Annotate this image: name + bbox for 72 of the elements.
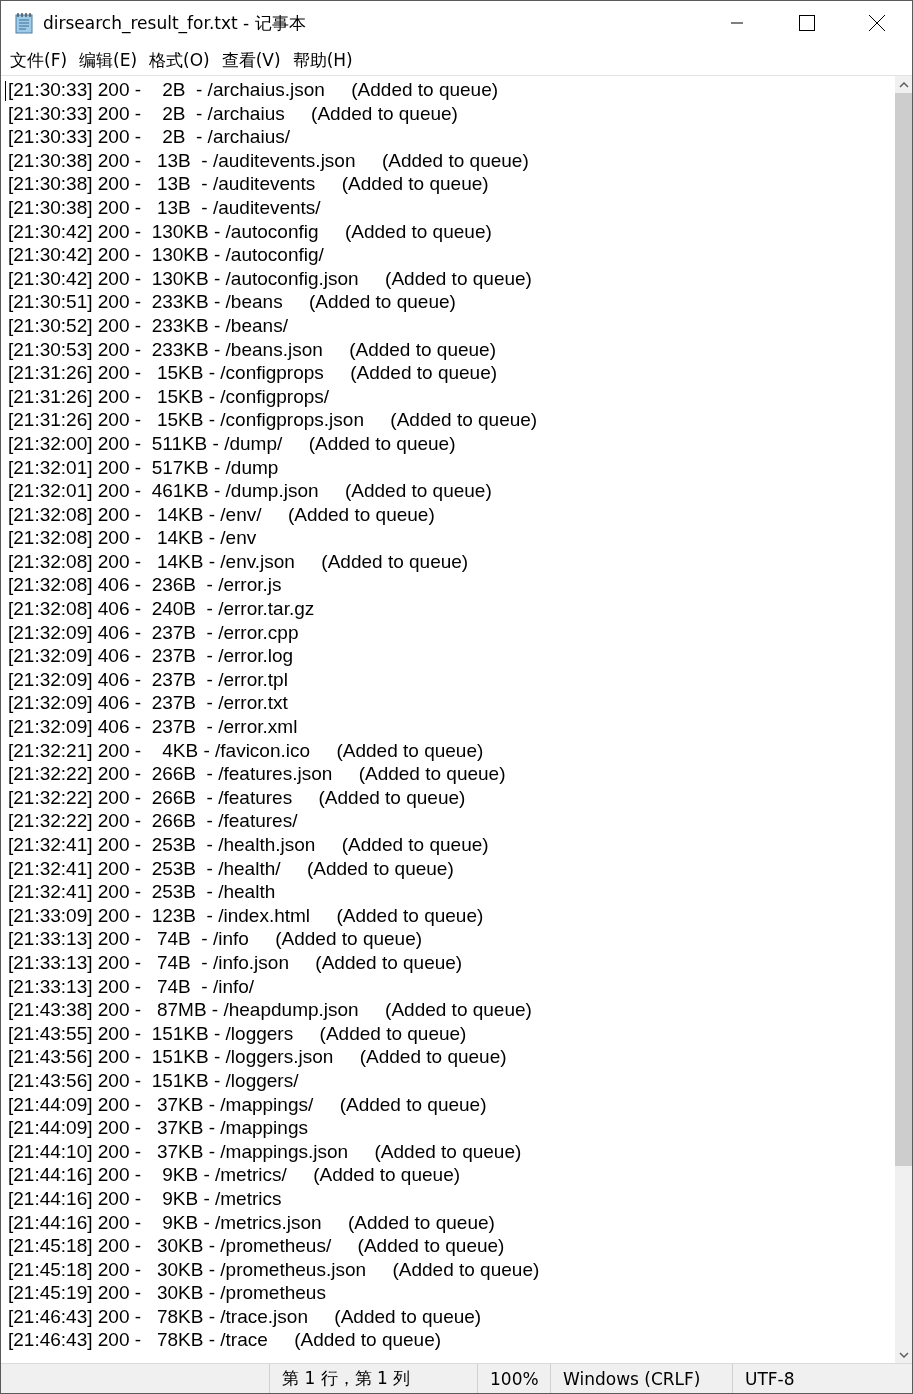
text-line: [21:44:09] 200 - 37KB - /mappings — [8, 1116, 308, 1140]
text-line: [21:46:43] 200 - 78KB - /trace.json (Added to queue) — [8, 1304, 482, 1329]
cursor-position: 第 1 行，第 1 列 — [269, 1364, 477, 1393]
text-line: [21:45:19] 200 - 30KB - /prometheus — [8, 1281, 326, 1305]
text-line: [21:30:38] 200 - 13B - /auditevents.json (Added to queue) — [8, 148, 529, 173]
text-line: [21:31:26] 200 - 15KB - /configprops/ — [8, 384, 330, 409]
text-line: [21:33:13] 200 - 74B - /info/ — [8, 974, 255, 999]
text-line: [21:32:21] 200 - 4KB - /favicon.ico (Added to queue) — [8, 738, 484, 763]
text-line: [21:32:08] 406 - 236B - /error.js — [8, 573, 282, 598]
scrollbar-thumb[interactable] — [895, 93, 912, 1166]
text-line: [21:30:33] 200 - 2B - /archaius (Added to queue) — [8, 101, 458, 126]
text-line: [21:44:10] 200 - 37KB - /mappings.json (Added to queue) — [8, 1139, 522, 1164]
text-line: [21:30:38] 200 - 13B - /auditevents (Added to queue) — [8, 172, 489, 196]
text-line: [21:43:56] 200 - 151KB - /loggers.json (Added to queue) — [8, 1045, 507, 1069]
text-line: [21:43:56] 200 - 151KB - /loggers/ — [8, 1068, 299, 1093]
text-line: [21:32:01] 200 - 461KB - /dump.json (Added to queue) — [8, 479, 492, 503]
text-line: [21:32:09] 406 - 237B - /error.txt — [8, 691, 288, 716]
text-line: [21:44:16] 200 - 9KB - /metrics/ (Added to queue) — [8, 1163, 461, 1187]
line-ending: Windows (CRLF) — [550, 1364, 732, 1393]
text-line: [21:32:08] 200 - 14KB - /env — [8, 526, 257, 550]
text-line: [21:30:51] 200 - 233KB - /beans (Added to queue) — [8, 290, 456, 314]
text-line: [21:44:16] 200 - 9KB - /metrics — [8, 1186, 282, 1211]
text-line: [21:30:42] 200 - 130KB - /autoconfig.json (Added to queue) — [8, 266, 532, 291]
text-line: [21:33:09] 200 - 123B - /index.html (Added to queue) — [8, 903, 484, 928]
menu-item[interactable]: 帮助(H) — [286, 46, 359, 74]
text-line: [21:30:42] 200 - 130KB - /autoconfig (Added to queue) — [8, 219, 492, 244]
text-line: [21:44:09] 200 - 37KB - /mappings/ (Added to queue) — [8, 1092, 487, 1117]
text-line: [21:32:22] 200 - 266B - /features/ — [8, 809, 298, 833]
text-line: [21:43:38] 200 - 87MB - /heapdump.json (Added to queue) — [8, 998, 532, 1022]
text-line: [21:32:00] 200 - 511KB - /dump/ (Added to queue) — [8, 431, 456, 456]
caret-up-icon — [898, 81, 909, 88]
text-line: [21:32:22] 200 - 266B - /features.json (Added to queue) — [8, 762, 506, 786]
encoding: UTF-8 — [732, 1364, 897, 1393]
window-title: dirsearch_result_for.txt - 记事本 — [43, 11, 307, 35]
text-line: [21:32:08] 406 - 240B - /error.tar.gz — [8, 597, 315, 621]
text-line: [21:32:08] 200 - 14KB - /env.json (Added to queue) — [8, 549, 469, 574]
menu-item[interactable]: 查看(V) — [215, 46, 287, 74]
text-line: [21:32:08] 200 - 14KB - /env/ (Added to queue) — [8, 502, 435, 527]
text-line: [21:33:13] 200 - 74B - /info (Added to queue) — [8, 927, 423, 951]
text-line: [21:30:53] 200 - 233KB - /beans.json (Added to queue) — [8, 337, 496, 362]
text-cursor — [5, 81, 6, 101]
minimize-icon — [731, 22, 743, 24]
text-line: [21:30:33] 200 - 2B - /archaius/ — [8, 125, 290, 149]
notepad-icon — [13, 12, 35, 34]
caret-down-icon — [898, 1351, 909, 1358]
text-line: [21:32:41] 200 - 253B - /health — [8, 880, 276, 904]
close-icon — [869, 15, 885, 31]
maximize-icon — [799, 15, 815, 31]
text-line: [21:30:33] 200 - 2B - /archaius.json (Added to queue) — [8, 78, 499, 102]
text-line: [21:32:09] 406 - 237B - /error.tpl — [8, 667, 288, 692]
text-line: [21:31:26] 200 - 15KB - /configprops (Added to queue) — [8, 361, 498, 385]
menu-item[interactable]: 编辑(E) — [73, 46, 144, 74]
text-line: [21:45:18] 200 - 30KB - /prometheus/ (Added to queue) — [8, 1234, 505, 1258]
text-line: [21:32:09] 406 - 237B - /error.log — [8, 644, 294, 668]
text-line: [21:43:55] 200 - 151KB - /loggers (Added to queue) — [8, 1021, 467, 1046]
menu-item[interactable]: 文件(F) — [4, 46, 74, 74]
text-line: [21:30:52] 200 - 233KB - /beans/ — [8, 313, 288, 338]
text-line: [21:32:01] 200 - 517KB - /dump — [8, 455, 279, 480]
text-line: [21:44:16] 200 - 9KB - /metrics.json (Added to queue) — [8, 1210, 495, 1235]
text-line: [21:31:26] 200 - 15KB - /configprops.json (Added to queue) — [8, 408, 538, 432]
text-line: [21:30:42] 200 - 130KB - /autoconfig/ — [8, 243, 324, 267]
text-line: [21:32:41] 200 - 253B - /health/ (Added to queue) — [8, 856, 454, 881]
text-line: [21:32:22] 200 - 266B - /features (Added to queue) — [8, 785, 466, 810]
text-line: [21:45:18] 200 - 30KB - /prometheus.json (Added to queue) — [8, 1257, 540, 1282]
text-line: [21:32:41] 200 - 253B - /health.json (Added to queue) — [8, 833, 489, 857]
zoom-level: 100% — [477, 1364, 550, 1393]
menu-item[interactable]: 格式(O) — [143, 46, 216, 74]
text-line: [21:32:09] 406 - 237B - /error.cpp — [8, 620, 299, 645]
text-line: [21:30:38] 200 - 13B - /auditevents/ — [8, 195, 321, 220]
text-line: [21:33:13] 200 - 74B - /info.json (Added to queue) — [8, 950, 463, 975]
text-line: [21:32:09] 406 - 237B - /error.xml — [8, 715, 298, 739]
text-line: [21:46:43] 200 - 78KB - /trace (Added to queue) — [8, 1328, 442, 1353]
